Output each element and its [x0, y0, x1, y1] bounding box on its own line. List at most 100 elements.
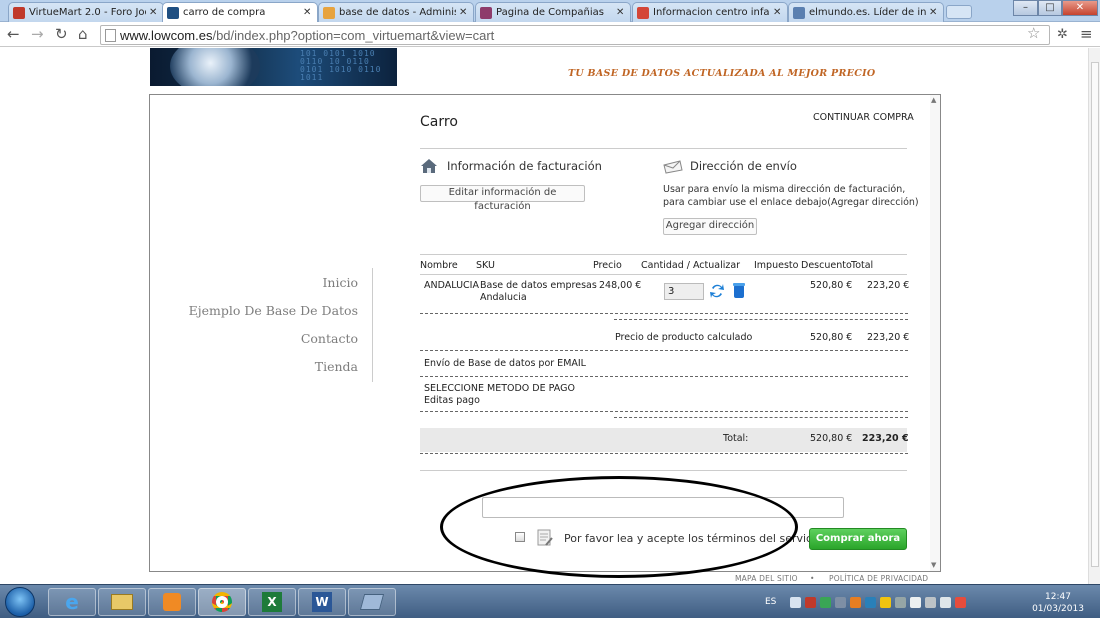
tray-sync-icon[interactable]	[865, 596, 877, 608]
scrollbar-thumb[interactable]	[1091, 62, 1099, 567]
tab-title: VirtueMart 2.0 - Foro Joom	[29, 7, 146, 18]
item-sku-line-2: Andalucia	[480, 292, 527, 303]
content-scrollbar[interactable]: ▲ ▼	[930, 95, 940, 571]
chrome-icon	[212, 592, 232, 612]
quantity-input[interactable]: 3	[664, 283, 704, 300]
tray-sound-icon[interactable]	[805, 596, 817, 608]
maximize-button[interactable]: □	[1038, 0, 1062, 16]
menu-item-contacto[interactable]: Contacto	[150, 325, 372, 353]
main-menu: Inicio Ejemplo De Base De Datos Contacto…	[150, 269, 372, 381]
minimize-button[interactable]: –	[1013, 0, 1038, 16]
continue-shopping-link[interactable]: CONTINUAR COMPRA	[813, 112, 914, 123]
sitemap-link[interactable]: MAPA DEL SITIO	[735, 574, 798, 583]
close-tab-icon[interactable]: ✕	[459, 7, 469, 18]
url-bar[interactable]: www.lowcom.es/bd/index.php?option=com_vi…	[100, 25, 1050, 45]
taskbar-clock[interactable]: 12:47 01/03/2013	[1030, 591, 1086, 615]
globe-logo-icon	[170, 48, 260, 86]
column-header-cantidad: Cantidad / Actualizar	[641, 260, 741, 271]
start-button[interactable]	[5, 587, 35, 617]
tab-title: base de datos - Administr	[339, 7, 456, 18]
tray-update-icon[interactable]	[835, 596, 847, 608]
tray-signal-icon[interactable]	[940, 596, 952, 608]
shipping-note-line-1: Usar para envío la misma dirección de fa…	[663, 184, 906, 195]
tray-network-icon[interactable]	[820, 596, 832, 608]
shipment-method-label[interactable]: Envío de Base de datos por EMAIL	[424, 358, 586, 369]
tab-informacion-centro[interactable]: Informacion centro infant ✕	[632, 2, 788, 22]
app-icon	[359, 594, 385, 610]
payment-method-label[interactable]: SELECCIONE METODO DE PAGO	[424, 383, 575, 394]
close-tab-icon[interactable]: ✕	[303, 7, 313, 18]
close-tab-icon[interactable]: ✕	[929, 7, 939, 18]
internet-explorer-icon: e	[65, 590, 79, 614]
billing-heading: Información de facturación	[447, 159, 602, 173]
column-header-sku: SKU	[476, 260, 495, 271]
divider	[420, 148, 907, 149]
media-player-icon	[163, 593, 181, 611]
update-quantity-icon[interactable]	[709, 282, 725, 300]
page-scrollbar[interactable]	[1088, 48, 1100, 584]
column-header-descuento: Descuento	[801, 260, 852, 271]
forward-arrow-icon[interactable]: →	[31, 26, 44, 43]
back-arrow-icon[interactable]: ←	[7, 26, 20, 43]
new-tab-button[interactable]	[946, 5, 972, 19]
add-address-button[interactable]: Agregar dirección	[663, 218, 757, 235]
privacy-policy-link[interactable]: POLÍTICA DE PRIVACIDAD	[829, 574, 928, 583]
taskbar-app[interactable]	[348, 588, 396, 616]
tray-battery-icon[interactable]	[925, 596, 937, 608]
annotation-ellipse	[440, 476, 798, 578]
subtotal-total: 223,20 €	[867, 332, 910, 343]
taskbar-explorer[interactable]	[98, 588, 146, 616]
reload-icon[interactable]: ↻	[55, 26, 68, 43]
taskbar-word[interactable]: W	[298, 588, 346, 616]
tab-carro-de-compra[interactable]: carro de compra ✕	[162, 2, 318, 22]
language-indicator[interactable]: ES	[765, 597, 776, 607]
menu-icon[interactable]: ≡	[1080, 26, 1093, 43]
excel-icon: X	[262, 592, 282, 612]
tab-title: elmundo.es. Líder de infor	[809, 7, 926, 18]
tray-flag-icon[interactable]	[910, 596, 922, 608]
menu-item-ejemplo[interactable]: Ejemplo De Base De Datos	[150, 297, 372, 325]
payment-edit-link[interactable]: Editas pago	[424, 395, 480, 406]
column-header-nombre: Nombre	[420, 260, 458, 271]
cart-title: Carro	[420, 114, 458, 130]
bookmark-star-icon[interactable]: ☆	[1027, 24, 1040, 42]
extension-icon[interactable]: ✲	[1057, 26, 1068, 43]
dotted-divider	[420, 411, 908, 412]
taskbar-ie[interactable]: e	[48, 588, 96, 616]
tray-volume-icon[interactable]	[955, 596, 967, 608]
tray-shield-icon[interactable]	[880, 596, 892, 608]
clock-time: 12:47	[1045, 592, 1071, 602]
tray-settings-icon[interactable]	[895, 596, 907, 608]
menu-item-inicio[interactable]: Inicio	[150, 269, 372, 297]
system-tray: ES	[765, 585, 970, 618]
tab-virtuemart-forum[interactable]: VirtueMart 2.0 - Foro Joom ✕	[8, 2, 164, 22]
close-tab-icon[interactable]: ✕	[149, 7, 159, 18]
tray-security-icon[interactable]	[850, 596, 862, 608]
scroll-down-icon[interactable]: ▼	[931, 561, 936, 569]
close-tab-icon[interactable]: ✕	[616, 7, 626, 18]
scroll-up-icon[interactable]: ▲	[931, 96, 936, 104]
home-icon[interactable]: ⌂	[78, 26, 88, 43]
close-tab-icon[interactable]: ✕	[773, 7, 783, 18]
buy-now-button[interactable]: Comprar ahora	[809, 528, 907, 550]
tab-pagina-companias[interactable]: Pagina de Compañias ✕	[475, 2, 631, 22]
browser-tab-strip: VirtueMart 2.0 - Foro Joom ✕ carro de co…	[0, 0, 1100, 22]
taskbar-media-player[interactable]	[148, 588, 196, 616]
menu-item-tienda[interactable]: Tienda	[150, 353, 372, 381]
house-icon	[421, 159, 437, 173]
item-discount: 520,80 €	[810, 280, 853, 291]
tab-base-de-datos-admin[interactable]: base de datos - Administr ✕	[318, 2, 474, 22]
taskbar-excel[interactable]: X	[248, 588, 296, 616]
admin-favicon-icon	[323, 6, 335, 19]
tab-title: carro de compra	[183, 7, 266, 18]
edit-billing-button[interactable]: Editar información de facturación	[420, 185, 585, 212]
close-window-button[interactable]: ✕	[1062, 0, 1098, 16]
tray-app-icon[interactable]	[790, 596, 802, 608]
word-icon: W	[312, 592, 332, 612]
tab-elmundo[interactable]: elmundo.es. Líder de infor ✕	[788, 2, 944, 22]
item-name[interactable]: ANDALUCIA	[424, 280, 479, 291]
dotted-divider	[420, 376, 908, 377]
delete-item-icon[interactable]	[732, 282, 746, 299]
taskbar-chrome[interactable]	[198, 588, 246, 616]
clock-date: 01/03/2013	[1032, 604, 1084, 614]
